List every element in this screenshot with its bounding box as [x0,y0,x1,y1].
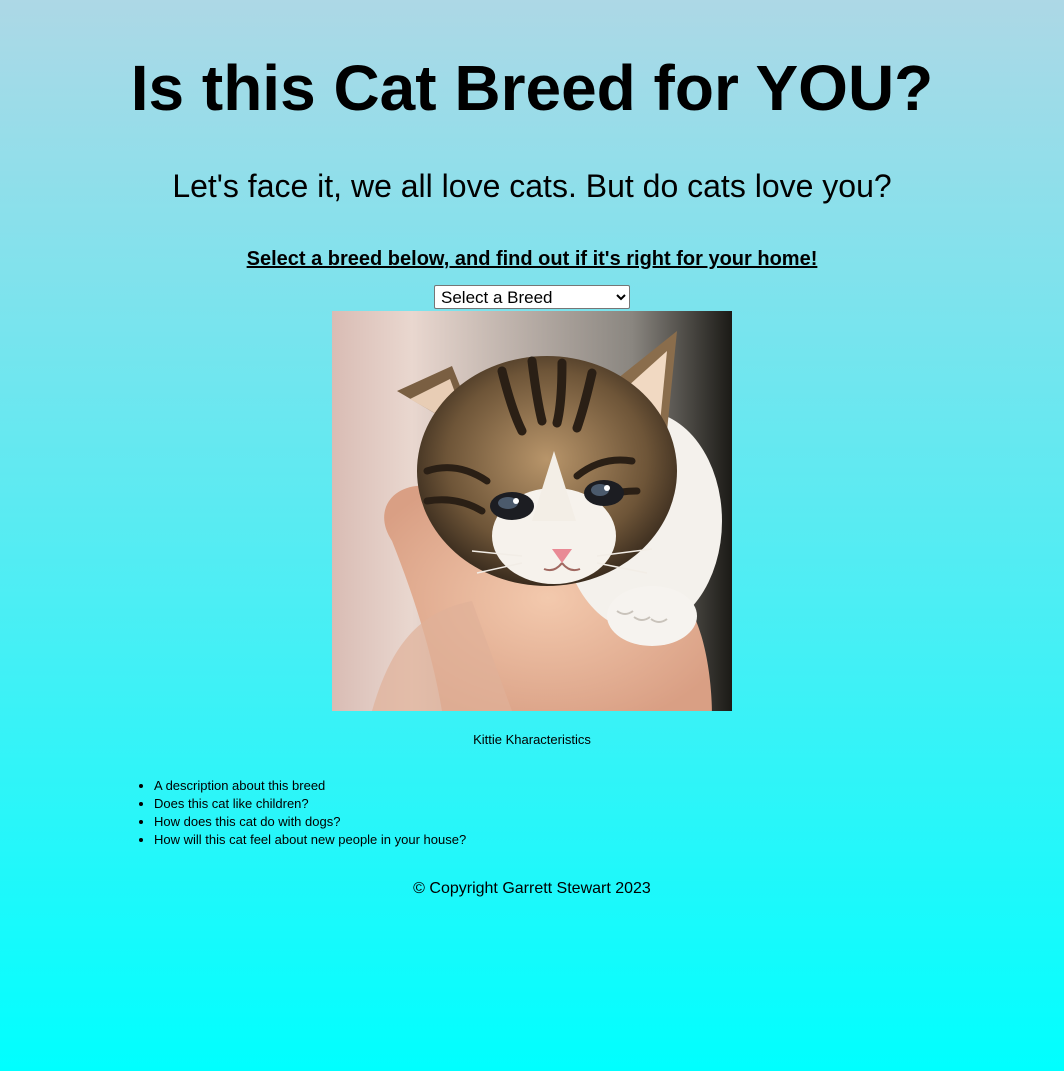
breed-prompt: Select a breed below, and find out if it… [246,248,818,270]
copyright-footer: © Copyright Garrett Stewart 2023 [413,880,651,897]
trait-dogs: How does this cat do with dogs? [154,813,466,831]
traits-list: A description about this breed Does this… [114,777,466,849]
kitten-illustration [332,311,732,711]
page-title: Is this Cat Breed for YOU? [130,52,934,124]
page-subtitle: Let's face it, we all love cats. But do … [172,168,892,204]
kitten-photo [332,311,732,711]
trait-children: Does this cat like children? [154,795,466,813]
trait-new-people: How will this cat feel about new people … [154,831,466,849]
photo-caption: Kittie Kharacteristics [473,732,591,747]
breed-select[interactable]: Select a Breed [434,285,630,309]
breed-select-container: Select a Breed [434,285,630,309]
trait-description: A description about this breed [154,777,466,795]
